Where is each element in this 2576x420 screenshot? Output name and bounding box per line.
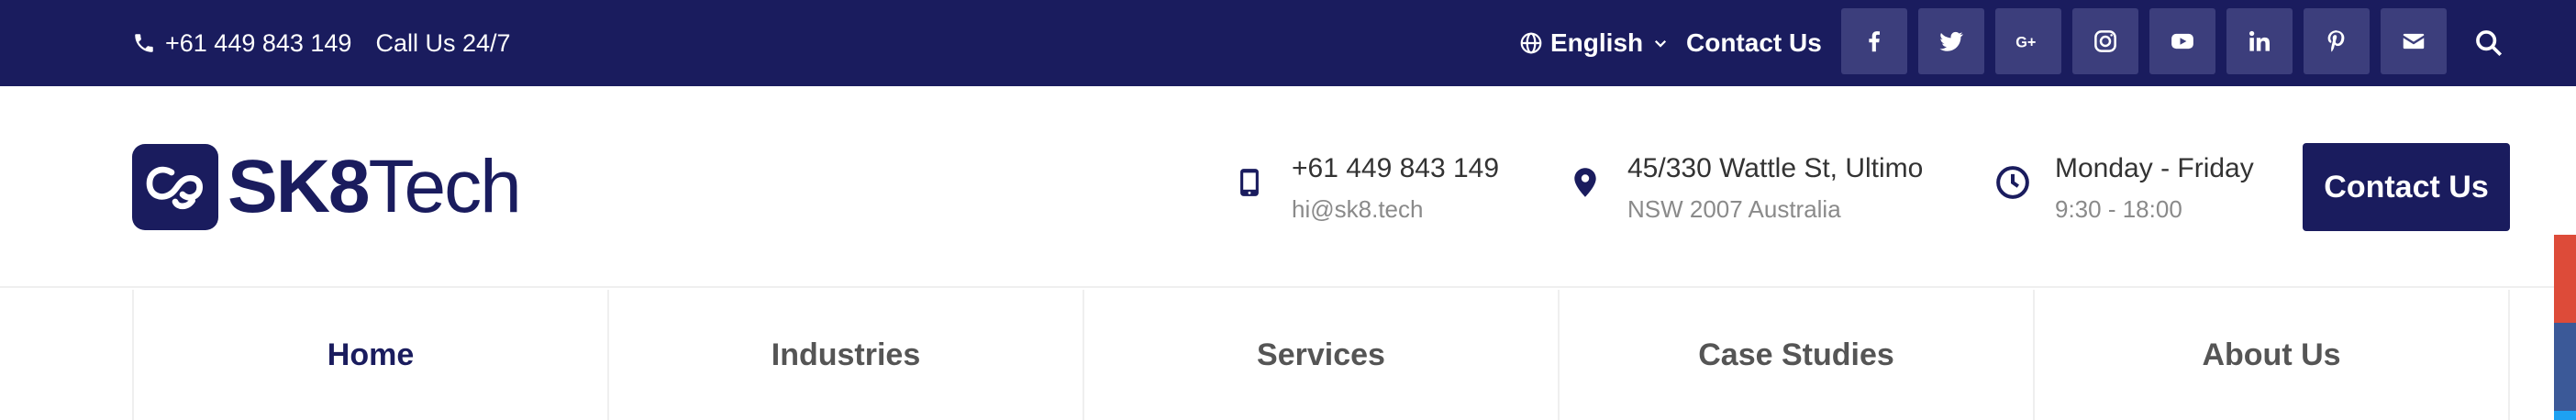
facebook-icon[interactable] (1841, 8, 1907, 74)
logo-mark-icon (132, 144, 218, 230)
instagram-icon[interactable] (2072, 8, 2138, 74)
language-label: English (1550, 28, 1644, 57)
contact-us-button[interactable]: Contact Us (2303, 143, 2510, 231)
mobile-phone-icon (1231, 160, 1268, 205)
share-strip-red[interactable] (2554, 235, 2576, 323)
pinterest-icon[interactable] (2304, 8, 2370, 74)
globe-icon (1519, 31, 1543, 55)
header-address-info: 45/330 Wattle St, Ultimo NSW 2007 Austra… (1567, 150, 1923, 227)
clock-icon (1994, 160, 2031, 205)
share-strip-blue[interactable] (2554, 323, 2576, 411)
share-strip-light-blue[interactable] (2554, 411, 2576, 420)
nav-item-industries[interactable]: Industries (609, 290, 1084, 420)
header-phone-info: +61 449 843 149 hi@sk8.tech (1231, 150, 1499, 227)
linkedin-icon[interactable] (2226, 8, 2293, 74)
header-hours-time: 9:30 - 18:00 (2055, 195, 2182, 223)
header-hours-info: Monday - Friday 9:30 - 18:00 (1994, 150, 2254, 227)
google-plus-icon[interactable]: G+ (1995, 8, 2061, 74)
main-nav: Home Industries Services Case Studies Ab… (132, 290, 2510, 420)
youtube-icon[interactable] (2149, 8, 2215, 74)
logo[interactable]: SK8Tech (132, 143, 522, 231)
header-address-line2: NSW 2007 Australia (1627, 195, 1841, 223)
mail-icon[interactable] (2381, 8, 2447, 74)
top-bar: +61 449 843 149 Call Us 24/7 English Con… (0, 0, 2576, 86)
top-bar-contact-info: +61 449 843 149 Call Us 24/7 (132, 0, 511, 86)
nav-item-home[interactable]: Home (134, 290, 609, 420)
top-bar-phone[interactable]: +61 449 843 149 (165, 29, 351, 58)
nav-item-case-studies[interactable]: Case Studies (1560, 290, 2035, 420)
header-hours-days: Monday - Friday (2055, 153, 2254, 183)
top-bar-contact-link[interactable]: Contact Us (1686, 0, 1822, 86)
location-pin-icon (1567, 160, 1604, 205)
svg-text:G+: G+ (2015, 34, 2036, 50)
header-address-line1: 45/330 Wattle St, Ultimo (1627, 153, 1924, 183)
logo-wordmark-light: Tech (368, 145, 522, 228)
chevron-down-icon (1652, 35, 1669, 51)
header-email[interactable]: hi@sk8.tech (1292, 191, 1499, 227)
language-selector[interactable]: English (1519, 0, 1669, 86)
logo-wordmark-bold: SK8 (228, 145, 371, 228)
phone-icon (132, 31, 156, 55)
logo-wordmark: SK8Tech (228, 149, 522, 225)
twitter-icon[interactable] (1918, 8, 1984, 74)
search-icon[interactable] (2471, 26, 2506, 61)
top-bar-call-label: Call Us 24/7 (375, 28, 511, 57)
nav-item-services[interactable]: Services (1084, 290, 1560, 420)
header-phone-number[interactable]: +61 449 843 149 (1292, 150, 1499, 187)
nav-item-about-us[interactable]: About Us (2035, 290, 2510, 420)
site-header: SK8Tech +61 449 843 149 hi@sk8.tech 45/3… (0, 86, 2576, 288)
